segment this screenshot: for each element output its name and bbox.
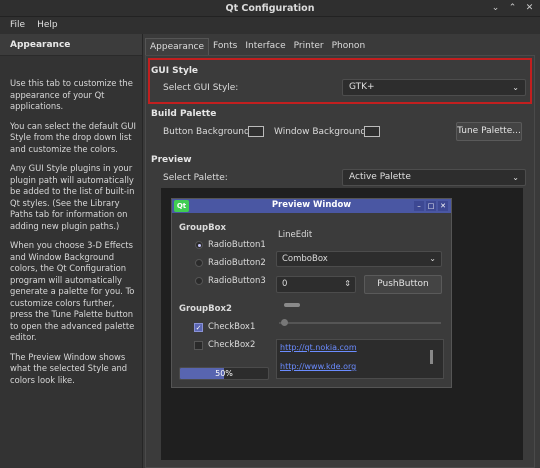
link-kde[interactable]: http://www.kde.org bbox=[280, 362, 356, 371]
close-icon[interactable]: ✕ bbox=[525, 4, 534, 13]
minimize-icon[interactable]: ⌄ bbox=[491, 4, 500, 13]
close-icon[interactable]: ✕ bbox=[438, 201, 448, 211]
title-bar: Qt Configuration ⌄ ⌃ ✕ bbox=[0, 0, 540, 17]
help-paragraph: Use this tab to customize the appearance… bbox=[10, 78, 133, 111]
select-palette-label: Select Palette: bbox=[163, 173, 228, 183]
preview-heading: Preview bbox=[151, 155, 192, 165]
preview-title-bar: Qt Preview Window – □ ✕ bbox=[172, 199, 451, 213]
checkbox-2-label: CheckBox2 bbox=[208, 340, 256, 350]
radio-button-2-label: RadioButton2 bbox=[208, 258, 266, 268]
preview-window: Qt Preview Window – □ ✕ GroupBox RadioBu… bbox=[171, 198, 452, 388]
progress-text: 50% bbox=[215, 369, 233, 378]
tab-phonon[interactable]: Phonon bbox=[328, 38, 370, 55]
help-panel-header: Appearance bbox=[0, 34, 142, 56]
link-qt[interactable]: http://qt.nokia.com bbox=[280, 343, 357, 352]
tab-interface[interactable]: Interface bbox=[241, 38, 289, 55]
chevron-down-icon: ⌄ bbox=[429, 254, 436, 263]
help-paragraph: When you choose 3-D Effects and Window B… bbox=[10, 240, 135, 342]
push-button[interactable]: PushButton bbox=[364, 275, 442, 294]
gui-style-heading: GUI Style bbox=[151, 66, 199, 76]
radio-button-3-label: RadioButton3 bbox=[208, 276, 266, 286]
button-bg-swatch[interactable] bbox=[248, 126, 264, 137]
groupbox-title: GroupBox bbox=[179, 223, 226, 233]
help-panel: Appearance Use this tab to customize the… bbox=[0, 34, 143, 468]
radio-button-1[interactable] bbox=[195, 241, 203, 249]
spin-box-value: 0 bbox=[282, 279, 288, 289]
lineedit-label: LineEdit bbox=[278, 230, 313, 240]
groupbox2-title: GroupBox2 bbox=[179, 304, 232, 314]
qt-config-window: Qt Configuration ⌄ ⌃ ✕ File Help Appeara… bbox=[0, 0, 540, 468]
help-paragraph: You can select the default GUI Style fro… bbox=[10, 120, 136, 154]
tab-printer[interactable]: Printer bbox=[290, 38, 328, 55]
checkbox-2[interactable] bbox=[194, 341, 203, 350]
window-bg-label: Window Background: bbox=[274, 127, 370, 137]
menu-bar: File Help bbox=[0, 17, 540, 34]
progress-bar: 50% bbox=[179, 367, 269, 380]
palette-value: Active Palette bbox=[349, 172, 411, 182]
combobox-value: ComboBox bbox=[282, 254, 328, 264]
menu-file[interactable]: File bbox=[10, 17, 25, 34]
gui-style-label: Select GUI Style: bbox=[163, 83, 239, 93]
menu-help[interactable]: Help bbox=[37, 17, 58, 34]
minimize-icon[interactable]: – bbox=[414, 201, 424, 211]
build-palette-heading: Build Palette bbox=[151, 109, 217, 119]
window-bg-swatch[interactable] bbox=[364, 126, 380, 137]
chevron-down-icon: ⌄ bbox=[512, 173, 519, 182]
palette-combo[interactable]: Active Palette ⌄ bbox=[342, 169, 526, 186]
window-title: Qt Configuration bbox=[225, 3, 315, 14]
radio-button-3[interactable] bbox=[195, 277, 203, 285]
checkbox-1-label: CheckBox1 bbox=[208, 322, 256, 332]
slider-handle[interactable] bbox=[281, 319, 288, 326]
radio-button-1-label: RadioButton1 bbox=[208, 240, 266, 250]
tab-appearance[interactable]: Appearance bbox=[145, 38, 210, 55]
help-panel-body: Use this tab to customize the appearance… bbox=[0, 56, 142, 386]
chevron-down-icon: ⌄ bbox=[512, 83, 519, 92]
scrollbar-handle[interactable] bbox=[284, 303, 300, 307]
gui-style-combo[interactable]: GTK+ ⌄ bbox=[342, 79, 526, 96]
maximize-icon[interactable]: ⌃ bbox=[508, 4, 517, 13]
help-paragraph: The Preview Window shows what the select… bbox=[10, 351, 128, 385]
help-paragraph: Any GUI Style plugins in your plugin pat… bbox=[10, 163, 135, 231]
radio-button-2[interactable] bbox=[195, 259, 203, 267]
tune-palette-button[interactable]: Tune Palette... bbox=[456, 122, 522, 141]
button-bg-label: Button Background: bbox=[163, 127, 253, 137]
spin-box[interactable]: 0 ⇕ bbox=[276, 276, 356, 293]
maximize-icon[interactable]: □ bbox=[426, 201, 436, 211]
slider-track[interactable] bbox=[279, 322, 441, 324]
preview-window-title: Preview Window bbox=[271, 200, 352, 210]
text-scrollbar[interactable] bbox=[430, 350, 433, 364]
text-browser[interactable]: http://qt.nokia.com http://www.kde.org bbox=[276, 339, 444, 379]
tab-bar: Appearance Fonts Interface Printer Phono… bbox=[145, 38, 369, 55]
checkbox-1[interactable]: ✓ bbox=[194, 323, 203, 332]
tab-fonts[interactable]: Fonts bbox=[209, 38, 241, 55]
spin-arrows-icon[interactable]: ⇕ bbox=[344, 277, 351, 291]
combobox[interactable]: ComboBox ⌄ bbox=[276, 251, 442, 267]
gui-style-value: GTK+ bbox=[349, 82, 375, 92]
